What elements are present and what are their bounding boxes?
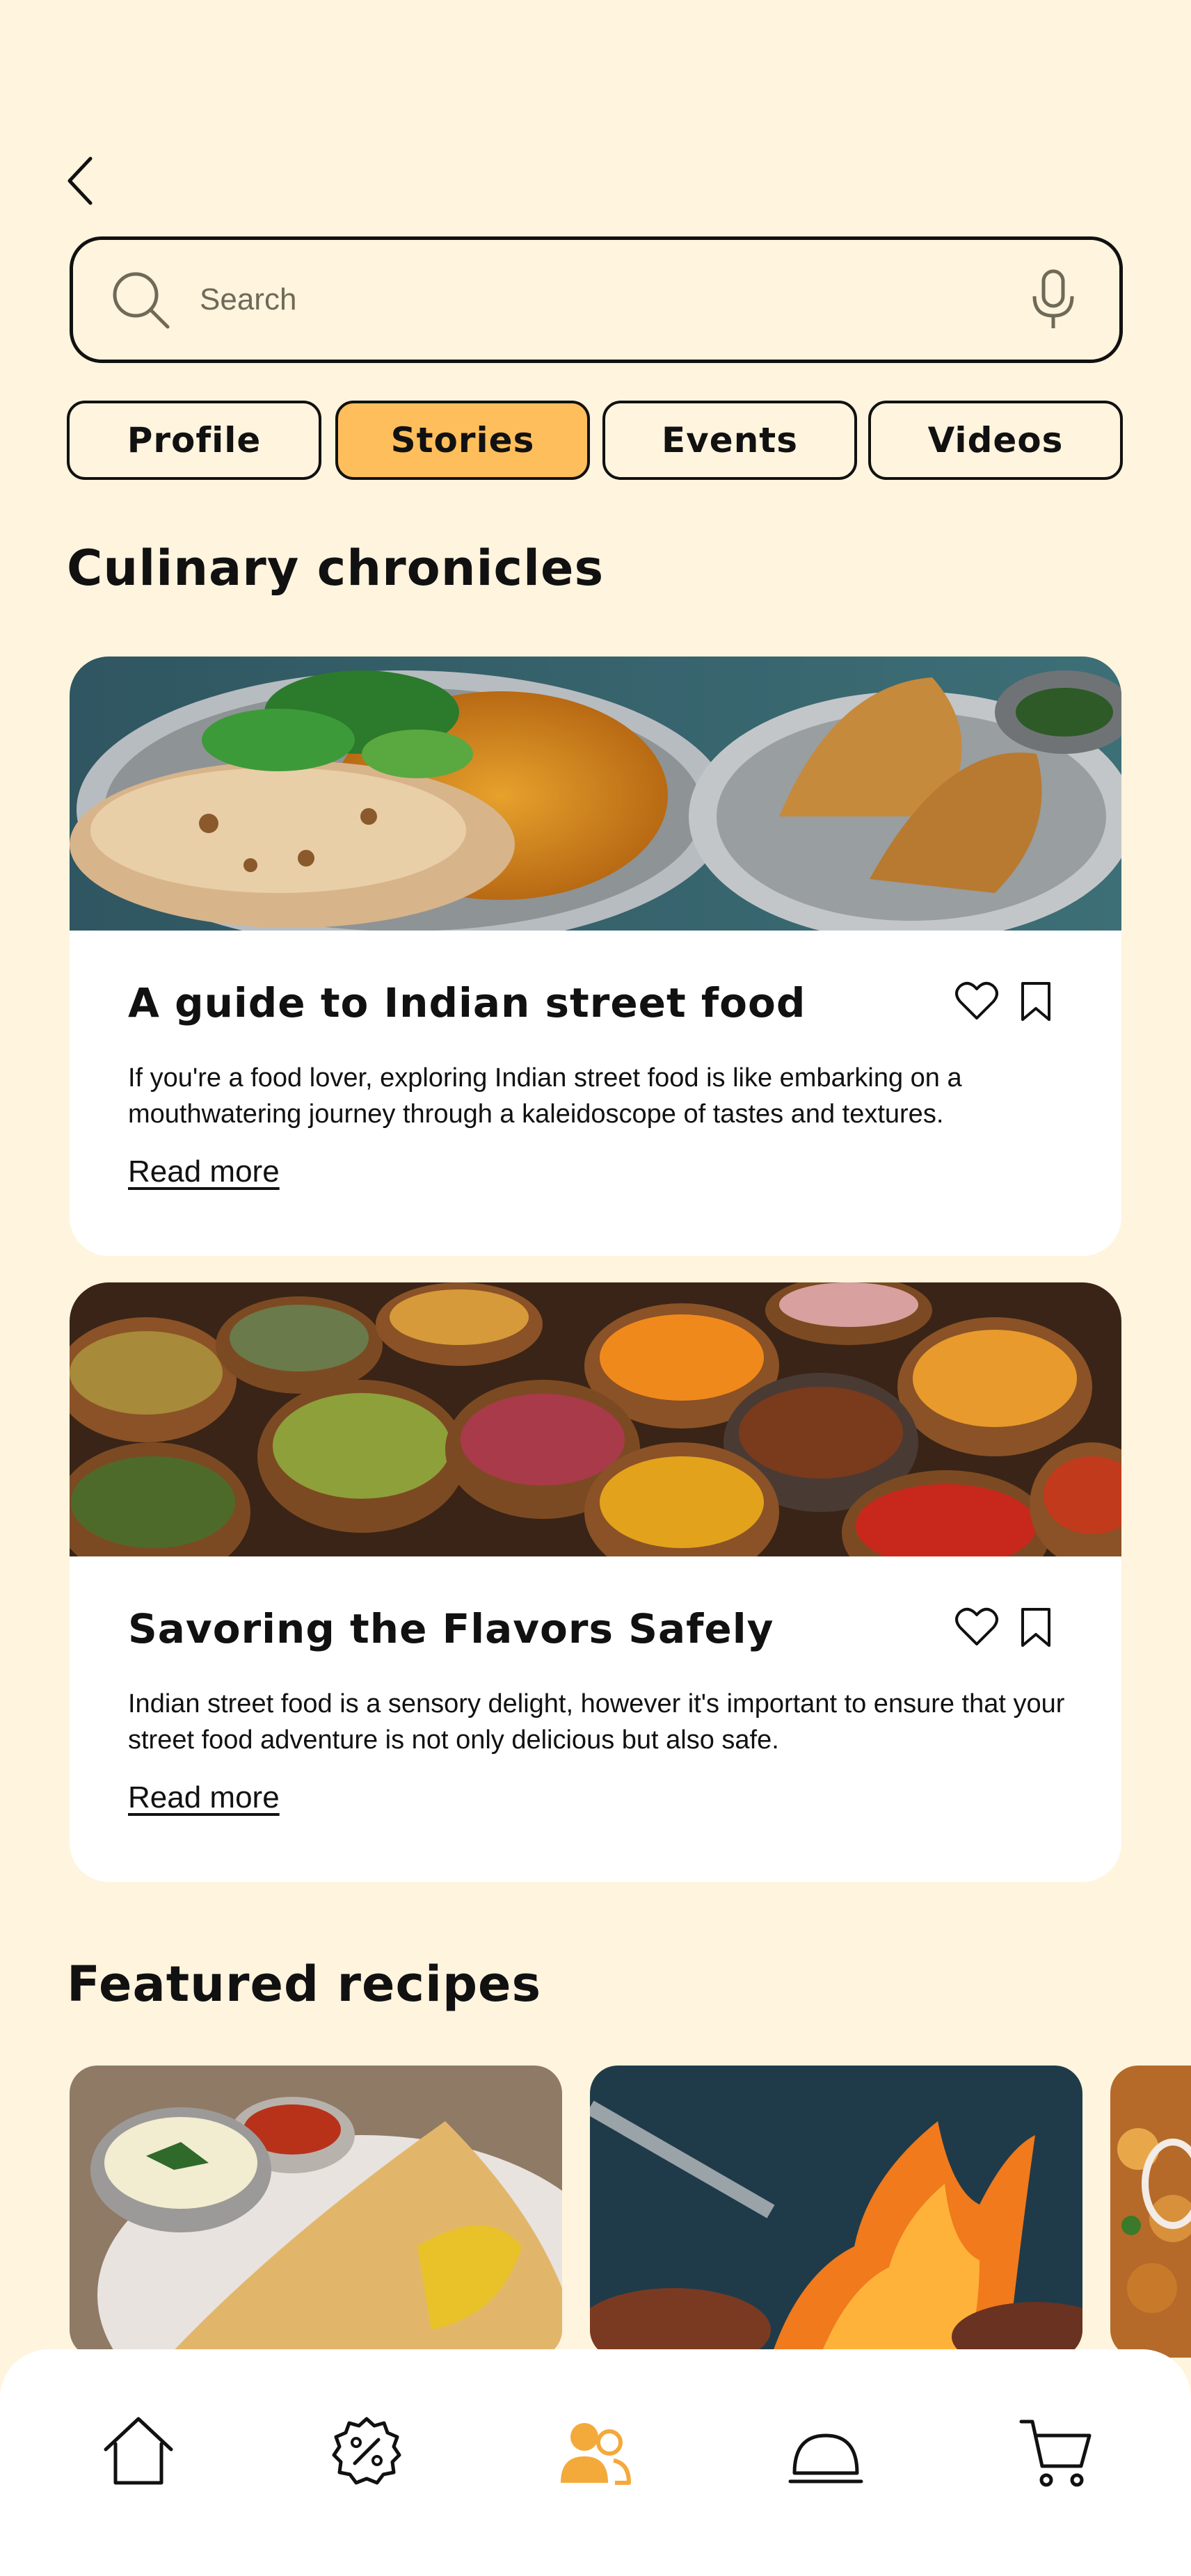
story-card[interactable]: A guide to Indian street food If you're … (70, 657, 1121, 1256)
search-icon (113, 272, 170, 329)
tab-videos[interactable]: Videos (868, 401, 1123, 480)
recipe-card-kebab[interactable] (590, 2066, 1082, 2358)
paratha-and-samosa-photo (70, 657, 1121, 931)
grilled-kebab-flames-photo (590, 2066, 1082, 2358)
dosa-with-chutney-photo (70, 2066, 562, 2358)
heart-icon[interactable] (954, 981, 999, 1021)
tab-stories[interactable]: Stories (335, 401, 590, 480)
section-title-culinary-chronicles: Culinary chronicles (67, 540, 605, 597)
home-icon[interactable] (100, 2413, 177, 2490)
bottom-nav (0, 2349, 1191, 2576)
biryani-photo (1110, 2066, 1191, 2358)
story-description: Indian street food is a sensory delight,… (128, 1689, 1065, 1755)
read-more-link[interactable]: Read more (128, 1154, 280, 1189)
microphone-icon[interactable] (1029, 268, 1078, 331)
section-title-featured-recipes: Featured recipes (67, 1956, 542, 2013)
tab-profile[interactable]: Profile (67, 401, 321, 480)
story-card[interactable]: Savoring the Flavors Safely Indian stree… (70, 1282, 1121, 1882)
bookmark-icon[interactable] (1020, 1607, 1052, 1648)
back-chevron-icon[interactable] (61, 153, 103, 209)
spice-bowls-photo (70, 1282, 1121, 1556)
community-icon[interactable] (557, 2413, 633, 2490)
offers-icon[interactable] (328, 2413, 405, 2490)
search-input[interactable]: Search (200, 282, 1029, 317)
tab-events[interactable]: Events (602, 401, 857, 480)
read-more-link[interactable]: Read more (128, 1780, 280, 1815)
story-title[interactable]: A guide to Indian street food (128, 979, 806, 1027)
cart-icon[interactable] (1018, 2413, 1095, 2490)
heart-icon[interactable] (954, 1607, 999, 1647)
recipe-card-biryani[interactable] (1110, 2066, 1191, 2358)
bookmark-icon[interactable] (1020, 981, 1052, 1022)
recipe-card-dosa[interactable] (70, 2066, 562, 2358)
search-bar[interactable]: Search (70, 236, 1123, 363)
story-title[interactable]: Savoring the Flavors Safely (128, 1605, 774, 1652)
story-description: If you're a food lover, exploring Indian… (128, 1063, 962, 1129)
dish-icon[interactable] (788, 2413, 864, 2490)
